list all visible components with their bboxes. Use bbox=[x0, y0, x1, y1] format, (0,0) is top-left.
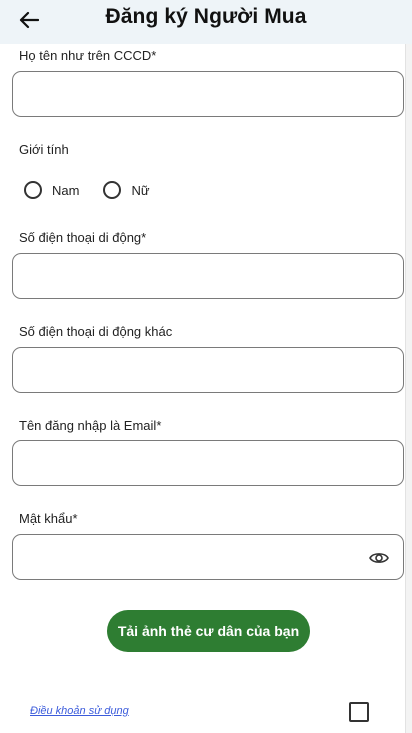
password-label: Mật khẩu* bbox=[19, 511, 78, 526]
app-bar: Đăng ký Người Mua bbox=[0, 0, 412, 44]
terms-of-use-link[interactable]: Điều khoản sử dụng bbox=[30, 705, 129, 717]
phone-input[interactable] bbox=[12, 253, 404, 299]
phone-label: Số điện thoại di động* bbox=[19, 230, 147, 245]
gender-option-nam[interactable]: Nam bbox=[24, 181, 79, 199]
registration-screen: Đăng ký Người Mua Họ tên như trên CCCD* … bbox=[0, 0, 412, 733]
gender-option-nu[interactable]: Nữ bbox=[103, 181, 150, 199]
gender-label: Giới tính bbox=[19, 142, 69, 157]
eye-icon bbox=[369, 553, 389, 563]
radio-circle-icon[interactable] bbox=[24, 181, 42, 199]
gender-option-label: Nữ bbox=[131, 182, 150, 198]
full-name-input[interactable] bbox=[12, 71, 404, 117]
alt-phone-label: Số điện thoại di động khác bbox=[19, 324, 173, 339]
terms-checkbox[interactable] bbox=[349, 702, 369, 722]
full-name-label: Họ tên như trên CCCD* bbox=[19, 48, 157, 63]
radio-circle-icon[interactable] bbox=[103, 181, 122, 199]
password-input[interactable] bbox=[12, 534, 404, 580]
gender-radio-group: Nam Nữ bbox=[24, 179, 174, 201]
email-input[interactable] bbox=[12, 440, 404, 486]
gender-option-label: Nam bbox=[52, 182, 80, 198]
email-label: Tên đăng nhập là Email* bbox=[19, 418, 162, 433]
page-title: Đăng ký Người Mua bbox=[105, 5, 307, 28]
upload-resident-card-button[interactable]: Tải ảnh thẻ cư dân của bạn bbox=[107, 610, 310, 652]
scrollbar-track[interactable] bbox=[405, 44, 412, 733]
password-visibility-toggle[interactable] bbox=[368, 549, 390, 567]
alt-phone-input[interactable] bbox=[12, 347, 404, 393]
